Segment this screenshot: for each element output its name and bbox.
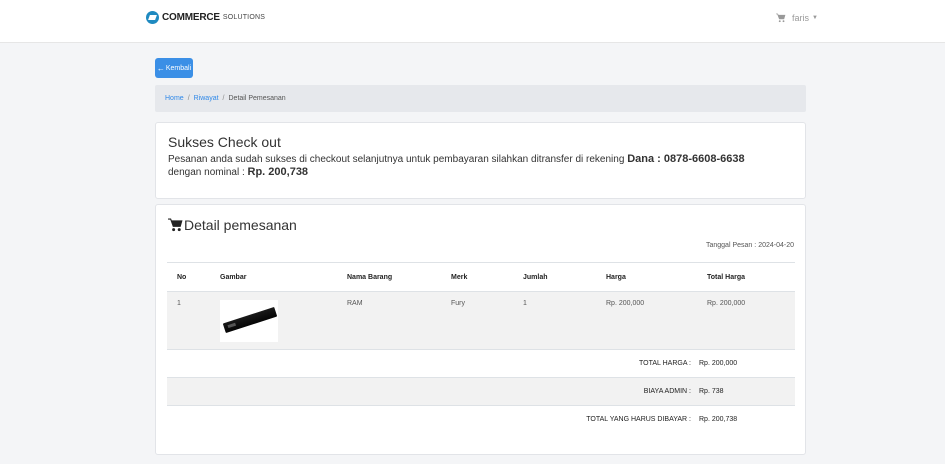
column-header: Jumlah (513, 262, 596, 292)
column-header: No (167, 262, 210, 292)
navbar: COMMERCE SOLUTIONS faris ▼ (0, 0, 945, 43)
cart-icon[interactable] (776, 13, 786, 23)
cell-image (210, 291, 337, 350)
summary-label: TOTAL YANG HARUS DIBAYAR : (586, 416, 691, 424)
ram-image (220, 300, 278, 342)
column-header: Nama Barang (337, 262, 441, 292)
summary-value: Rp. 738 (697, 377, 795, 406)
breadcrumb-home[interactable]: Home (165, 95, 184, 102)
table-row: 1 RAM Fury 1 Rp. 200,000 Rp. 200,000 (167, 291, 795, 350)
brand-logo-icon (146, 11, 159, 24)
column-header: Total Harga (697, 262, 795, 292)
column-header: Harga (596, 262, 697, 292)
summary-row-admin: BIAYA ADMIN : Rp. 738 (167, 377, 795, 406)
cell-total: Rp. 200,000 (697, 291, 795, 350)
user-name[interactable]: faris (792, 13, 809, 23)
back-button-label: Kembali (165, 64, 192, 72)
order-table: No Gambar Nama Barang Merk Jumlah Harga … (167, 262, 795, 434)
success-message: Pesanan anda sudah sukses di checkout se… (168, 153, 793, 179)
breadcrumb-separator: / (222, 95, 225, 102)
summary-label: TOTAL HARGA : (167, 349, 697, 378)
cell-name: RAM (337, 291, 441, 350)
account-number: Dana : 0878-6608-6638 (627, 153, 745, 165)
order-detail-card: Detail pemesanan Tanggal Pesan :2024-04-… (155, 204, 806, 455)
brand[interactable]: COMMERCE SOLUTIONS (146, 11, 265, 24)
column-header: Gambar (210, 262, 337, 292)
success-text-mid: dengan nominal : (168, 167, 245, 178)
payment-amount: Rp. 200,738 (247, 166, 309, 178)
summary-value: Rp. 200,738 (699, 416, 738, 424)
column-header: Merk (441, 262, 513, 292)
summary-row-grand-total: TOTAL YANG HARUS DIBAYAR : Rp. 200,738 (167, 406, 795, 434)
success-title: Sukses Check out (168, 134, 281, 150)
user-menu[interactable]: faris ▼ (776, 13, 818, 23)
cell-brand: Fury (441, 291, 513, 350)
summary-row-total: TOTAL HARGA : Rp. 200,000 (167, 349, 795, 378)
summary-value: Rp. 200,000 (697, 349, 795, 378)
chevron-down-icon[interactable]: ▼ (812, 15, 818, 21)
breadcrumb: Home / Riwayat / Detail Pemesanan (155, 85, 806, 112)
back-button[interactable]: ← Kembali (155, 58, 193, 78)
summary-label: BIAYA ADMIN : (167, 377, 697, 406)
order-date-label: Tanggal Pesan : (705, 242, 757, 249)
shopping-cart-icon (168, 218, 183, 232)
arrow-left-icon: ← (156, 63, 165, 73)
brand-name: COMMERCE (162, 12, 220, 23)
detail-title: Detail pemesanan (168, 217, 297, 233)
cell-no: 1 (167, 291, 210, 350)
brand-subtitle: SOLUTIONS (222, 14, 266, 21)
order-date: Tanggal Pesan :2024-04-20 (704, 242, 794, 249)
breadcrumb-separator: / (187, 95, 190, 102)
cell-price: Rp. 200,000 (596, 291, 697, 350)
detail-title-text: Detail pemesanan (184, 217, 297, 233)
success-text-prefix: Pesanan anda sudah sukses di checkout se… (168, 154, 625, 165)
order-date-value: 2024-04-20 (758, 242, 794, 249)
cell-qty: 1 (513, 291, 596, 350)
success-card: Sukses Check out Pesanan anda sudah suks… (155, 122, 806, 199)
breadcrumb-riwayat[interactable]: Riwayat (194, 95, 219, 102)
table-header-row: No Gambar Nama Barang Merk Jumlah Harga … (167, 262, 795, 292)
breadcrumb-current: Detail Pemesanan (228, 95, 286, 102)
